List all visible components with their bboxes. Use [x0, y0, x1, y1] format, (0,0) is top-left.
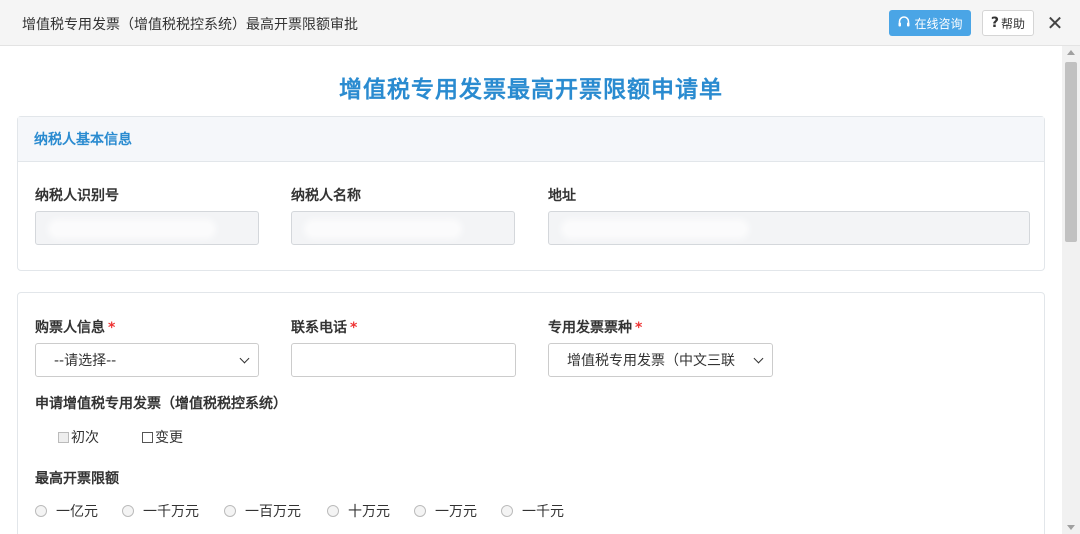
limit-option-10m[interactable]: 一千万元: [122, 501, 199, 521]
form-title: 增值税专用发票最高开票限额申请单: [339, 77, 723, 103]
limit-option-100k[interactable]: 十万元: [327, 501, 390, 521]
phone-input[interactable]: [291, 343, 516, 377]
taxpayer-info-panel: 纳税人基本信息 纳税人识别号 纳税人名称 地址: [17, 116, 1045, 271]
required-mark: *: [635, 320, 643, 336]
radio-button[interactable]: [327, 505, 339, 517]
close-icon[interactable]: ✕: [1044, 10, 1066, 36]
radio-button[interactable]: [224, 505, 236, 517]
taxpayer-id-label: 纳税人识别号: [35, 188, 119, 204]
limit-option-1m[interactable]: 一百万元: [224, 501, 301, 521]
scroll-up-icon[interactable]: [1067, 50, 1075, 55]
limit-option-1k[interactable]: 一千元: [501, 501, 564, 521]
max-limit-label: 最高开票限额: [35, 471, 119, 487]
taxpayer-info-heading: 纳税人基本信息: [18, 117, 1044, 162]
help-button[interactable]: ? 帮助: [982, 10, 1034, 36]
vertical-scrollbar[interactable]: [1062, 46, 1080, 534]
address-field[interactable]: [548, 211, 1030, 245]
help-label: 帮助: [1001, 16, 1026, 31]
required-mark: *: [350, 320, 358, 336]
scrollbar-thumb[interactable]: [1065, 62, 1077, 242]
application-panel: 购票人信息 * --请选择-- 联系电话 * 专用发票票种 * 增值税专用发票（中文三…: [17, 292, 1045, 534]
apply-option-initial[interactable]: 初次: [58, 427, 99, 447]
radio-button[interactable]: [501, 505, 513, 517]
chevron-down-icon: [753, 353, 764, 364]
radio-button[interactable]: [414, 505, 426, 517]
online-consult-label: 在线咨询: [914, 16, 963, 31]
online-consult-button[interactable]: 在线咨询: [889, 10, 971, 36]
address-label: 地址: [548, 188, 576, 204]
purchaser-select[interactable]: --请选择--: [35, 343, 259, 377]
required-mark: *: [108, 320, 116, 336]
radio-button[interactable]: [35, 505, 47, 517]
chevron-down-icon: [239, 353, 250, 364]
apply-type-label: 申请增值税专用发票（增值税税控系统）: [35, 396, 287, 412]
taxpayer-name-label: 纳税人名称: [291, 188, 361, 204]
scroll-down-icon[interactable]: [1067, 525, 1075, 530]
apply-option-change[interactable]: 变更: [142, 427, 183, 447]
form-content: 增值税专用发票最高开票限额申请单 纳税人基本信息 纳税人识别号 纳税人名称 地址…: [0, 46, 1062, 534]
question-icon: ?: [990, 15, 1000, 31]
taxpayer-name-field[interactable]: [291, 211, 515, 245]
headset-icon: [897, 15, 911, 32]
invoice-type-label: 专用发票票种 *: [548, 320, 643, 336]
window-title: 增值税专用发票（增值税税控系统）最高开票限额审批: [22, 17, 358, 33]
taxpayer-id-field[interactable]: [35, 211, 259, 245]
limit-option-100m[interactable]: 一亿元: [35, 501, 98, 521]
phone-label: 联系电话 *: [291, 320, 358, 336]
purchaser-label: 购票人信息 *: [35, 320, 116, 336]
invoice-type-select[interactable]: 增值税专用发票（中文三联: [548, 343, 773, 377]
limit-option-10k[interactable]: 一万元: [414, 501, 477, 521]
checkbox[interactable]: [58, 431, 69, 443]
radio-button[interactable]: [122, 505, 134, 517]
checkbox[interactable]: [142, 431, 153, 443]
window-titlebar: 增值税专用发票（增值税税控系统）最高开票限额审批 在线咨询 ? 帮助 ✕: [0, 0, 1080, 46]
